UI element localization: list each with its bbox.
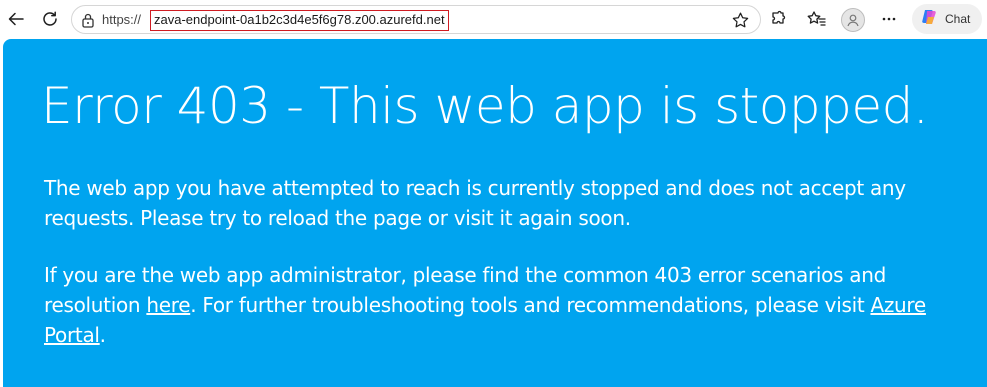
page-title: Error 403 - This web app is stopped. (41, 77, 929, 135)
extensions-icon[interactable] (764, 5, 792, 33)
chat-button[interactable]: Chat (912, 4, 982, 34)
back-arrow-icon[interactable] (2, 5, 30, 33)
profile-icon[interactable] (841, 8, 865, 32)
copilot-icon (919, 7, 939, 32)
paragraph-stopped-message: The web app you have attempted to reach … (44, 176, 906, 230)
paragraph-admin-message: If you are the web app administrator, pl… (44, 260, 944, 350)
lock-icon[interactable] (81, 12, 95, 33)
paragraph-text: . (99, 323, 106, 347)
chat-label: Chat (945, 12, 971, 26)
more-icon[interactable] (875, 5, 903, 33)
star-icon[interactable] (731, 11, 750, 35)
error-page: Error 403 - This web app is stopped. The… (3, 39, 987, 387)
url-scheme: https:// (102, 12, 142, 27)
paragraph-text: . For further troubleshooting tools and … (190, 293, 871, 317)
address-bar[interactable]: https:// zava-endpoint-0a1b2c3d4e5f6g78.… (71, 5, 761, 34)
browser-toolbar: https:// zava-endpoint-0a1b2c3d4e5f6g78.… (0, 0, 987, 39)
url-host[interactable]: zava-endpoint-0a1b2c3d4e5f6g78.z00.azure… (150, 10, 449, 31)
here-link[interactable]: here (146, 293, 190, 317)
refresh-icon[interactable] (36, 5, 64, 33)
favorites-icon[interactable] (803, 5, 831, 33)
